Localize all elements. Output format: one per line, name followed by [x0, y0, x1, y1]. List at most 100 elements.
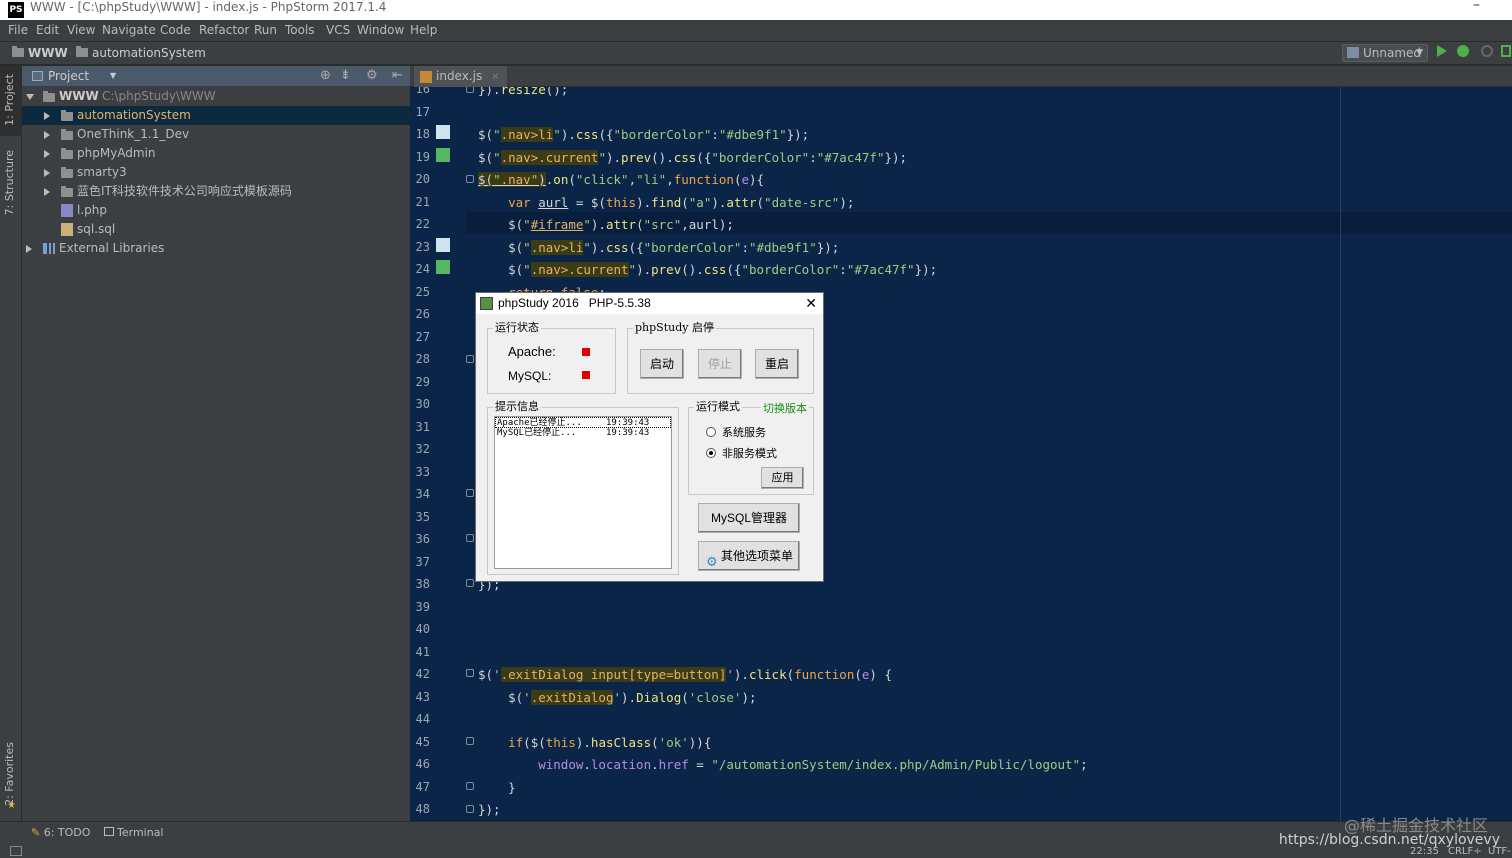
- menu-code[interactable]: Code: [160, 20, 191, 41]
- star-icon: ★: [7, 800, 16, 811]
- fold-icon[interactable]: [466, 534, 474, 542]
- menu-file[interactable]: File: [8, 20, 28, 41]
- terminal-tool-tab[interactable]: Terminal: [104, 826, 164, 839]
- code-line: $(".nav>li").css({"borderColor":"#dbe9f1…: [478, 127, 810, 142]
- fold-icon[interactable]: [466, 489, 474, 497]
- breadcrumb-root[interactable]: WWW: [12, 42, 68, 64]
- menu-navigate[interactable]: Navigate: [102, 20, 156, 41]
- fold-icon[interactable]: [466, 805, 474, 813]
- menu-window[interactable]: Window: [357, 20, 404, 41]
- mode-nonservice-radio[interactable]: [706, 448, 716, 458]
- line-number: 46: [415, 757, 430, 771]
- menu-tools[interactable]: Tools: [285, 20, 315, 41]
- project-view-select[interactable]: Project: [48, 66, 89, 86]
- restart-button[interactable]: 重启: [755, 349, 799, 379]
- line-number: 43: [415, 690, 430, 704]
- fold-icon[interactable]: [466, 737, 474, 745]
- menu-refactor[interactable]: Refactor: [199, 20, 249, 41]
- tree-item[interactable]: OneThink_1.1_Dev: [22, 125, 410, 144]
- tree-item[interactable]: 蓝色IT科技软件技术公司响应式模板源码: [22, 182, 410, 201]
- tree-item[interactable]: l.php: [22, 201, 410, 220]
- title-bar: PS WWW - [C:\phpStudy\WWW] - index.js - …: [0, 0, 1512, 20]
- tab-index-js[interactable]: index.js ✕: [414, 66, 508, 87]
- tree-root-path: C:\phpStudy\WWW: [102, 89, 216, 103]
- apply-button[interactable]: 应用: [761, 467, 804, 489]
- change-marker: [436, 125, 450, 139]
- tree-item[interactable]: automationSystem: [22, 106, 410, 125]
- line-number: 32: [415, 442, 430, 456]
- tree-root[interactable]: WWW C:\phpStudy\WWW: [22, 87, 410, 106]
- fold-icon[interactable]: [466, 87, 474, 93]
- fold-icon[interactable]: [466, 355, 474, 363]
- change-marker: [436, 148, 450, 162]
- tree-item[interactable]: External Libraries: [22, 239, 410, 258]
- favorites-tool-tab[interactable]: 2: Favorites: [3, 742, 16, 806]
- other-options-button[interactable]: ⚙ 其他选项菜单: [698, 541, 800, 571]
- run-icon[interactable]: [1437, 45, 1447, 57]
- editor-tab-bar: index.js ✕: [410, 66, 1512, 87]
- debug-icon[interactable]: [1457, 45, 1469, 57]
- list-item[interactable]: MySQL已经停止... 19:39:43: [495, 428, 671, 439]
- todo-tool-tab[interactable]: ✎ 6: TODO: [31, 826, 90, 839]
- tree-item-label: l.php: [77, 203, 107, 217]
- project-panel: Project ▼ ⊕ ⇟ ⚙ ⇤ WWW C:\phpStudy\WWW au…: [22, 66, 410, 821]
- minimize-icon[interactable]: –: [1473, 0, 1480, 12]
- toggle-tool-windows-icon[interactable]: [10, 846, 22, 856]
- project-view-icon: [32, 71, 43, 81]
- menu-vcs[interactable]: VCS: [326, 20, 350, 41]
- profile-icon[interactable]: [1501, 45, 1511, 57]
- menu-help[interactable]: Help: [410, 20, 437, 41]
- run-config-select[interactable]: Unnamed ▼: [1342, 44, 1428, 62]
- code-line: $('.exitDialog input[type=button]').clic…: [478, 667, 892, 682]
- close-icon[interactable]: ✕: [491, 72, 499, 83]
- fold-icon[interactable]: [466, 782, 474, 790]
- fold-icon[interactable]: [466, 669, 474, 677]
- line-number: 23: [415, 240, 430, 254]
- locate-icon[interactable]: ⊕: [320, 66, 331, 86]
- code-line: window.location.href = "/automationSyste…: [538, 757, 1088, 772]
- tree-item-label: External Libraries: [59, 241, 165, 255]
- line-number: 35: [415, 510, 430, 524]
- line-number: 48: [415, 802, 430, 816]
- fold-icon[interactable]: [466, 579, 474, 587]
- chevron-right-icon[interactable]: [44, 188, 50, 196]
- stop-button[interactable]: 停止: [698, 349, 742, 379]
- line-number: 45: [415, 735, 430, 749]
- chevron-down-icon[interactable]: [26, 94, 34, 100]
- list-item[interactable]: Apache已经停止... 19:39:43: [495, 417, 671, 428]
- hide-icon[interactable]: ⇤: [392, 66, 403, 86]
- menu-run[interactable]: Run: [254, 20, 277, 41]
- collapse-icon[interactable]: ⇟: [340, 66, 351, 86]
- chevron-right-icon[interactable]: [44, 112, 50, 120]
- chevron-right-icon[interactable]: [44, 131, 50, 139]
- chevron-right-icon[interactable]: [26, 245, 32, 253]
- fold-icon[interactable]: [466, 175, 474, 183]
- tree-item[interactable]: phpMyAdmin: [22, 144, 410, 163]
- structure-tool-tab[interactable]: 7: Structure: [3, 150, 16, 215]
- breadcrumb-child[interactable]: automationSystem: [76, 42, 206, 64]
- close-icon[interactable]: ✕: [805, 293, 817, 314]
- line-number: 25: [415, 285, 430, 299]
- line-number: 18: [415, 127, 430, 141]
- tree-item-label: smarty3: [77, 165, 127, 179]
- start-button[interactable]: 启动: [640, 349, 684, 379]
- chevron-down-icon[interactable]: ▼: [110, 66, 116, 86]
- tree-item-label: 蓝色IT科技软件技术公司响应式模板源码: [77, 184, 292, 198]
- coverage-icon[interactable]: [1481, 45, 1493, 57]
- switch-version-link[interactable]: 切换版本: [761, 400, 809, 416]
- line-number: 34: [415, 487, 430, 501]
- tree-item[interactable]: smarty3: [22, 163, 410, 182]
- menu-view[interactable]: View: [67, 20, 95, 41]
- log-list[interactable]: Apache已经停止... 19:39:43 MySQL已经停止... 19:39:…: [494, 416, 672, 569]
- chevron-right-icon[interactable]: [44, 150, 50, 158]
- project-tool-tab[interactable]: 1: Project: [3, 74, 16, 126]
- menu-edit[interactable]: Edit: [36, 20, 59, 41]
- mysql-manager-button[interactable]: MySQL管理器: [698, 503, 800, 533]
- run-config-label: Unnamed: [1363, 46, 1422, 60]
- control-group-label: phpStudy 启停: [633, 321, 716, 335]
- tree-item[interactable]: sql.sql: [22, 220, 410, 239]
- folder-icon: [43, 91, 55, 102]
- gear-icon[interactable]: ⚙: [366, 66, 378, 86]
- mode-service-radio[interactable]: [706, 427, 716, 437]
- chevron-right-icon[interactable]: [44, 169, 50, 177]
